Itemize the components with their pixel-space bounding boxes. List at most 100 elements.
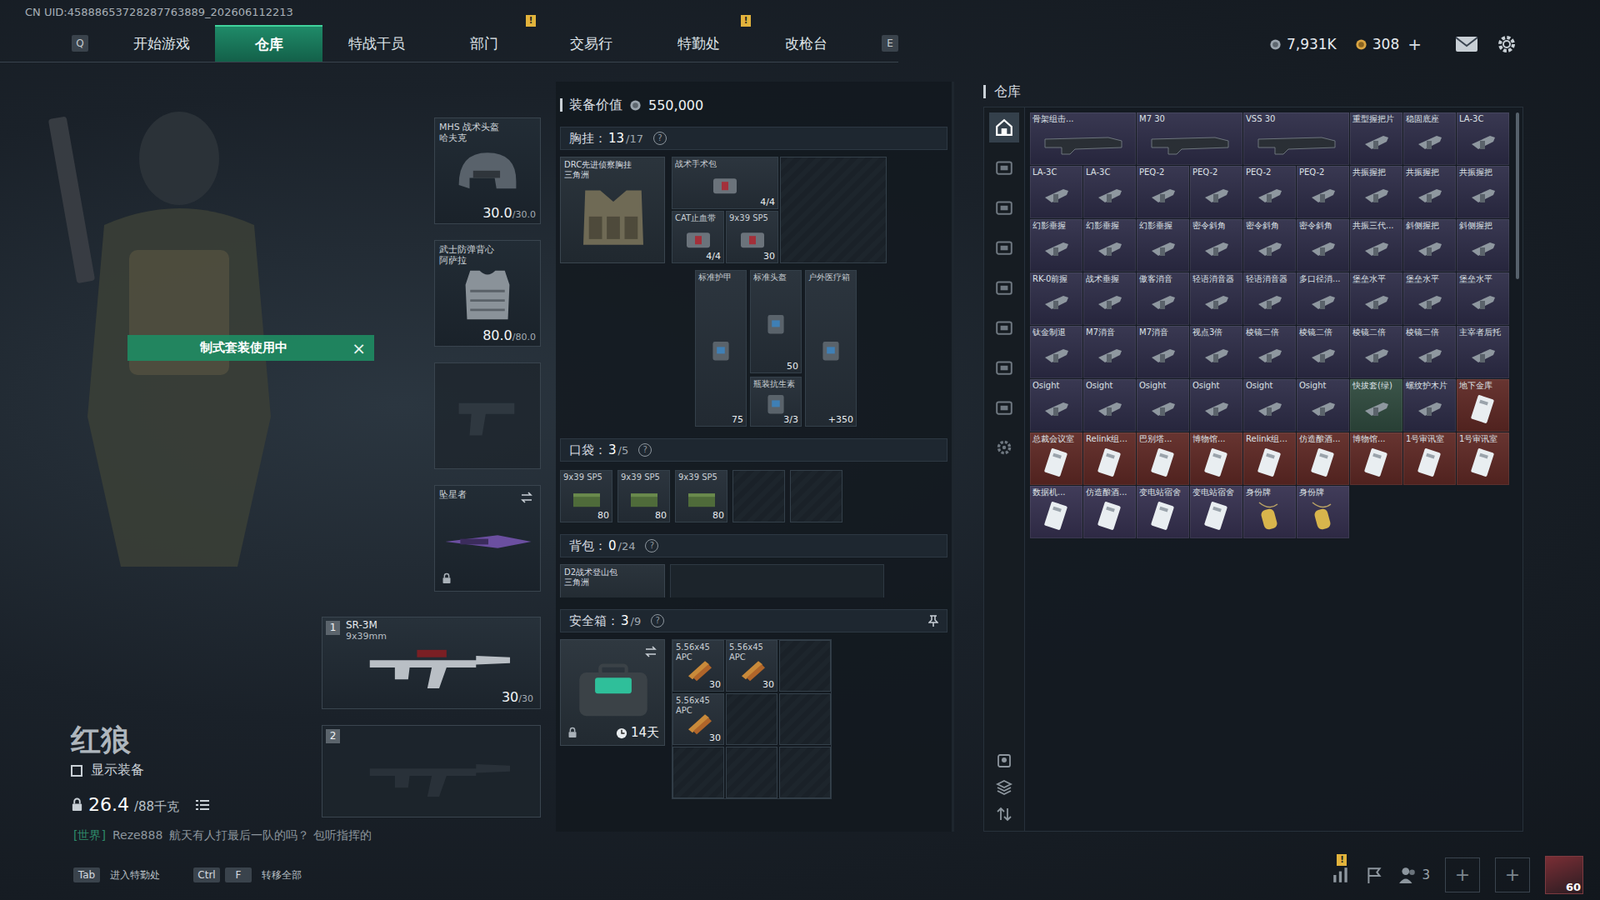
stats-button[interactable]: ! [1331, 865, 1350, 885]
warehouse-item[interactable]: 密令斜角 [1296, 219, 1350, 272]
warehouse-item[interactable]: 身份牌 [1296, 485, 1350, 539]
warehouse-item[interactable]: PEQ-2 [1190, 165, 1243, 219]
warehouse-tab[interactable] [989, 192, 1020, 223]
warehouse-item[interactable]: 棱镜二倍 [1350, 325, 1403, 379]
empty-slot[interactable] [779, 640, 831, 692]
inventory-item[interactable]: 9x39 SP580 [560, 470, 613, 523]
warehouse-item[interactable]: LA-3C [1083, 165, 1136, 219]
warehouse-item[interactable]: Osight [1296, 379, 1350, 432]
show-gear-checkbox[interactable]: 显示装备 [70, 761, 322, 780]
nav-tab[interactable]: 交易行 [537, 25, 645, 62]
swap-icon[interactable] [644, 645, 658, 659]
key-hint[interactable]: CtrlF转移全部 [193, 867, 302, 883]
warehouse-item[interactable]: 仿造酿酒... [1296, 432, 1350, 485]
prev-tab-key[interactable]: Q [71, 35, 89, 52]
warehouse-tab[interactable] [989, 432, 1020, 463]
helmet-slot[interactable]: MHS 战术头盔哈夫克30.0/30.0 [434, 117, 541, 225]
warehouse-item[interactable]: 总裁会议室 [1030, 432, 1083, 485]
empty-slot[interactable] [779, 693, 831, 745]
inventory-item[interactable]: 5.56x45 APC30 [725, 640, 778, 692]
scrollbar[interactable] [1515, 112, 1520, 280]
warehouse-item[interactable]: 棱镜二倍 [1296, 325, 1350, 379]
warehouse-item[interactable]: 仿造酿酒... [1083, 485, 1136, 539]
warehouse-item[interactable]: M7消音 [1136, 325, 1190, 379]
warehouse-item[interactable]: Osight [1030, 379, 1083, 432]
empty-slot[interactable] [672, 746, 725, 799]
safe-box-card[interactable]: 14天 [560, 639, 665, 746]
warehouse-tab[interactable] [989, 232, 1020, 263]
warehouse-item[interactable]: 1号审讯室 [1456, 432, 1510, 485]
inventory-item[interactable]: 9x39 SP580 [617, 470, 670, 523]
warehouse-item[interactable]: 密令斜角 [1243, 219, 1296, 272]
add-teammate-button[interactable]: + [1495, 857, 1530, 893]
warehouse-item[interactable]: 稳固底座 [1403, 112, 1456, 165]
warehouse-item[interactable]: PEQ-2 [1136, 165, 1190, 219]
warehouse-item[interactable]: LA-3C [1456, 112, 1510, 165]
warehouse-item[interactable]: VSS 30 [1243, 112, 1350, 165]
warehouse-item[interactable]: PEQ-2 [1296, 165, 1350, 219]
warehouse-item[interactable]: 博物馆... [1190, 432, 1243, 485]
warehouse-item[interactable]: PEQ-2 [1243, 165, 1296, 219]
nav-tab[interactable]: 部门! [430, 25, 538, 62]
warehouse-item[interactable]: 主宰者后托 [1456, 325, 1510, 379]
empty-slot[interactable] [732, 470, 785, 523]
nav-tab[interactable]: 特战干员 [322, 25, 430, 62]
help-button[interactable]: ? [645, 539, 659, 553]
weapon-slot[interactable]: 1SR-3M9x39mm30/30 [321, 616, 541, 710]
warehouse-item[interactable]: 幻影垂握 [1136, 219, 1190, 272]
warehouse-tab[interactable] [989, 312, 1020, 343]
next-tab-key[interactable]: E [881, 35, 899, 52]
warehouse-item[interactable]: 共振握把 [1350, 165, 1403, 219]
warehouse-item[interactable]: 堡垒水平 [1456, 272, 1510, 325]
warehouse-item[interactable]: 巴别塔... [1136, 432, 1190, 485]
inventory-item[interactable]: 5.56x45 APC30 [672, 640, 725, 692]
help-button[interactable]: ? [653, 131, 667, 145]
warehouse-item[interactable]: 多口径消... [1296, 272, 1350, 325]
warehouse-item[interactable]: 共振握把 [1403, 165, 1456, 219]
warehouse-item[interactable]: 斜侧握把 [1403, 219, 1456, 272]
empty-slot[interactable] [780, 156, 887, 264]
warehouse-item[interactable]: 堡垒水平 [1350, 272, 1403, 325]
warehouse-item[interactable]: M7消音 [1083, 325, 1136, 379]
warehouse-item[interactable]: Osight [1136, 379, 1190, 432]
chest-rig-card[interactable]: DRC先进侦察胸挂三角洲 [560, 156, 665, 264]
nav-tab[interactable]: 开始游戏 [107, 25, 215, 62]
warehouse-tab[interactable] [989, 152, 1020, 183]
warehouse-item[interactable]: 博物馆... [1350, 432, 1403, 485]
warehouse-item[interactable]: 共振三代... [1350, 219, 1403, 272]
inventory-item[interactable]: 战术手术包4/4 [671, 156, 779, 210]
flag-button[interactable] [1365, 865, 1384, 885]
warehouse-item[interactable]: 数据机... [1030, 485, 1083, 539]
warehouse-item[interactable]: 身份牌 [1243, 485, 1296, 539]
squad-button[interactable]: 3 [1398, 865, 1430, 885]
warehouse-item[interactable]: Osight [1083, 379, 1136, 432]
warehouse-item[interactable]: 快拔套(绿) [1350, 379, 1403, 432]
gear-icon[interactable] [1496, 34, 1517, 55]
inventory-item[interactable]: CAT止血带4/4 [671, 210, 725, 264]
help-button[interactable]: ? [638, 443, 652, 457]
inventory-item[interactable]: 标准护甲75 [695, 270, 747, 427]
empty-slot[interactable] [790, 470, 843, 523]
nav-tab[interactable]: 特勤处! [645, 25, 753, 62]
inventory-item[interactable]: 5.56x45 APC30 [672, 693, 725, 745]
warehouse-item[interactable]: 棱镜二倍 [1403, 325, 1456, 379]
stack-icon[interactable] [995, 779, 1013, 796]
warehouse-tab[interactable] [989, 272, 1020, 303]
add-teammate-button[interactable]: + [1445, 857, 1480, 893]
warehouse-item[interactable]: RK-0前握 [1030, 272, 1083, 325]
warehouse-tab[interactable] [989, 352, 1020, 383]
inventory-item[interactable]: 9x39 SP580 [675, 470, 728, 523]
warehouse-item[interactable]: 轻语消音器 [1190, 272, 1243, 325]
warehouse-item[interactable]: 轻语消音器 [1243, 272, 1296, 325]
empty-slot[interactable] [725, 746, 778, 799]
warehouse-item[interactable]: 共振握把 [1456, 165, 1510, 219]
empty-slot[interactable] [779, 746, 831, 799]
warehouse-item[interactable]: 重型握把片 [1350, 112, 1403, 165]
warehouse-item[interactable]: Osight [1243, 379, 1296, 432]
warehouse-item[interactable]: M7 30 [1136, 112, 1243, 165]
warehouse-tab[interactable] [989, 112, 1020, 143]
inventory-item[interactable]: 9x39 SP530 [725, 210, 779, 264]
pistol-slot[interactable] [434, 362, 541, 470]
list-icon[interactable] [195, 799, 210, 811]
sort-icon[interactable] [995, 805, 1013, 823]
